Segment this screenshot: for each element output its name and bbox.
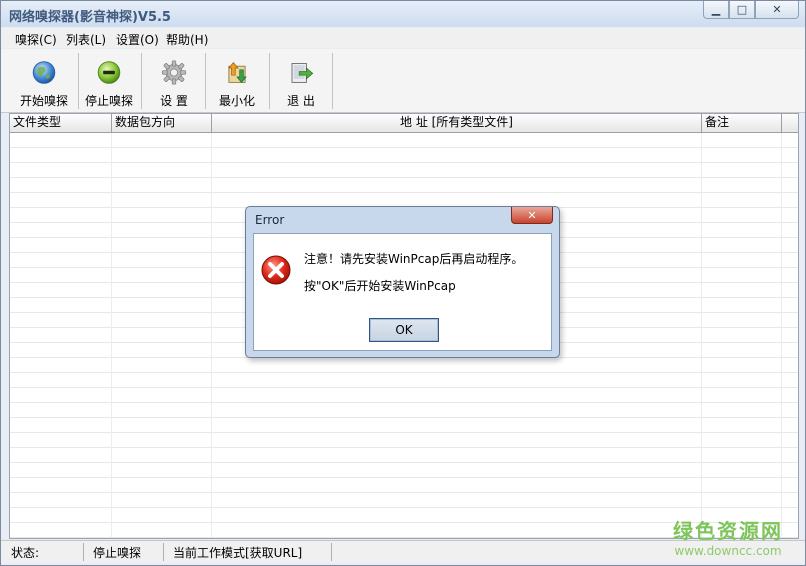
- status-state: 停止嗅探: [93, 546, 142, 560]
- minimize-icon: ▁: [711, 3, 721, 16]
- menu-help[interactable]: 帮助(H): [166, 31, 208, 48]
- ok-button[interactable]: OK: [369, 318, 439, 342]
- dialog-body: 注意！请先安装WinPcap后再启动程序。 按"OK"后开始安装WinPcap …: [253, 233, 552, 351]
- status-label: 状态:: [11, 546, 40, 560]
- maximize-icon: □: [736, 3, 748, 16]
- globe-icon: [32, 61, 56, 84]
- settings-label: 设 置: [160, 94, 188, 108]
- column-header-note[interactable]: 备注: [702, 114, 782, 132]
- watermark-text: 绿色资源网: [673, 519, 783, 543]
- watermark-url: www.downcc.com: [674, 544, 782, 558]
- title-bar[interactable]: 网络嗅探器(影音神探)V5.5 ▁ □ ✕: [1, 1, 805, 27]
- stop-icon: [97, 61, 121, 84]
- column-header-filler: [782, 114, 798, 132]
- column-header-file-type[interactable]: 文件类型: [10, 114, 112, 132]
- gear-icon: [161, 60, 187, 85]
- column-divider: [211, 133, 212, 538]
- settings-button[interactable]: 设 置: [146, 51, 202, 109]
- dialog-close-button[interactable]: ✕: [511, 207, 553, 224]
- toolbar-separator: [205, 53, 206, 109]
- close-icon: ✕: [772, 3, 782, 16]
- exit-label: 退 出: [287, 94, 315, 108]
- dialog-title: Error: [255, 213, 285, 227]
- toolbar-separator: [332, 53, 333, 109]
- status-separator: [163, 543, 164, 561]
- column-header-direction[interactable]: 数据包方向: [112, 114, 212, 132]
- exit-button[interactable]: 退 出: [273, 51, 329, 109]
- minimize-window-button[interactable]: ▁: [703, 1, 729, 19]
- minimize-button[interactable]: 最小化: [209, 51, 265, 109]
- window-controls: ▁ □ ✕: [703, 1, 799, 19]
- error-dialog: Error ✕ 注意！请先安装WinPcap后再启动程序。 按"OK"后开始安装…: [245, 206, 560, 358]
- toolbar-separator: [269, 53, 270, 109]
- exit-icon: [291, 63, 314, 83]
- table-header: 文件类型 数据包方向 地 址 [所有类型文件] 备注: [10, 114, 798, 133]
- close-window-button[interactable]: ✕: [755, 1, 799, 19]
- menu-settings[interactable]: 设置(O): [116, 31, 159, 48]
- start-sniff-label: 开始嗅探: [19, 94, 68, 108]
- menu-list[interactable]: 列表(L): [66, 31, 106, 48]
- dialog-message-primary: 注意！请先安装WinPcap后再启动程序。: [304, 252, 524, 266]
- status-separator: [331, 543, 332, 561]
- column-divider: [701, 133, 702, 538]
- error-icon: [261, 255, 291, 285]
- stop-sniff-label: 停止嗅探: [84, 94, 133, 108]
- status-separator: [83, 543, 84, 561]
- watermark: 绿色资源网 www.downcc.com: [673, 515, 783, 558]
- column-divider: [111, 133, 112, 538]
- dialog-message-secondary: 按"OK"后开始安装WinPcap: [304, 279, 456, 293]
- stop-sniff-button[interactable]: 停止嗅探: [81, 51, 137, 109]
- close-icon: ✕: [527, 208, 537, 222]
- toolbar: 开始嗅探 停止嗅探 设 置 最小化 退 出: [1, 49, 805, 113]
- toolbar-separator: [78, 53, 79, 109]
- minimize-arrows-icon: [228, 62, 247, 83]
- minimize-label: 最小化: [218, 94, 255, 108]
- column-divider: [781, 133, 782, 538]
- status-mode: 当前工作模式[获取URL]: [173, 546, 303, 560]
- toolbar-separator: [141, 53, 142, 109]
- menu-sniff[interactable]: 嗅探(C): [15, 31, 57, 48]
- start-sniff-button[interactable]: 开始嗅探: [13, 51, 75, 109]
- menu-bar: 嗅探(C) 列表(L) 设置(O) 帮助(H): [1, 28, 805, 48]
- column-header-address[interactable]: 地 址 [所有类型文件]: [212, 114, 702, 132]
- window-title: 网络嗅探器(影音神探)V5.5: [9, 10, 171, 25]
- maximize-window-button[interactable]: □: [729, 1, 755, 19]
